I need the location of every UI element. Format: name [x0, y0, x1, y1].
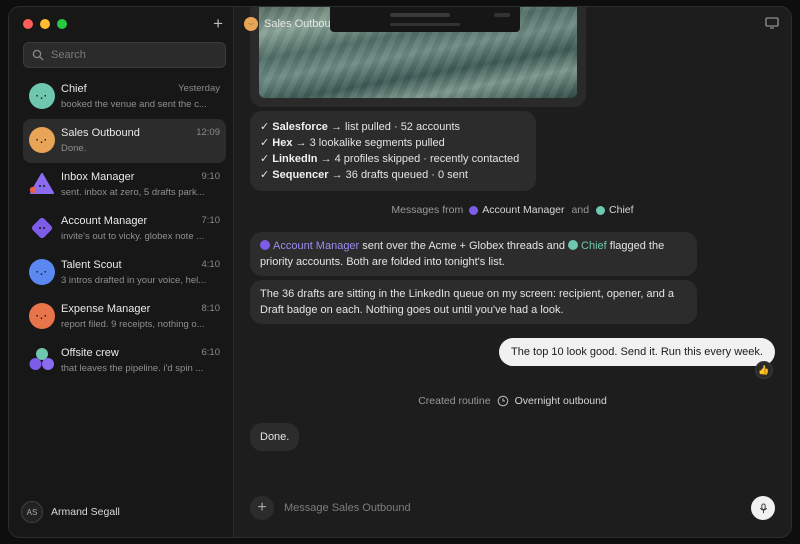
conversation-sales-outbound[interactable]: ·.· Sales Outbound 12:09 Done.	[23, 119, 226, 163]
talent-scout-avatar-icon: ·.·	[29, 259, 55, 285]
user-message: The top 10 look good. Send it. Run this …	[499, 338, 775, 366]
conversation-offsite-crew[interactable]: Offsite crew 6:10 that leaves the pipeli…	[23, 339, 226, 383]
conversation-time: 9:10	[201, 171, 221, 182]
conversation-talent-scout[interactable]: ·.· Talent Scout 4:10 3 intros drafted i…	[23, 251, 226, 295]
message-composer: +	[250, 493, 775, 523]
conversation-preview: that leaves the pipeline. i'd spin ...	[61, 363, 204, 374]
conversation-preview: sent. inbox at zero, 5 drafts park...	[61, 187, 205, 198]
chief-dot-icon	[568, 240, 579, 250]
conversation-name: Account Manager	[61, 215, 148, 227]
tool-results-bubble: ✓ Salesforce → list pulled · 52 accounts…	[250, 111, 536, 191]
close-window-button[interactable]	[23, 19, 33, 29]
new-conversation-button[interactable]: +	[213, 15, 223, 32]
assistant-message: Account Manager sent over the Acme + Glo…	[250, 232, 697, 276]
routine-created-divider: Created routine Overnight outbound	[418, 395, 607, 407]
search-icon	[32, 49, 44, 61]
conversation-preview: invite's out to vicky. globex note ...	[61, 231, 205, 242]
group-avatar-icon	[29, 347, 55, 373]
conversation-time: 7:10	[201, 215, 221, 226]
conversation-time: 4:10	[201, 259, 221, 270]
tool-result-row: ✓ Sequencer → 36 drafts queued · 0 sent	[260, 169, 468, 181]
conversation-inbox-manager[interactable]: Inbox Manager 9:10 sent. inbox at zero, …	[23, 163, 226, 207]
assistant-message: Done.	[250, 423, 300, 451]
account-manager-dot-icon	[260, 240, 270, 250]
monitor-icon[interactable]	[765, 17, 779, 29]
inbox-manager-avatar-icon	[29, 171, 55, 197]
user-avatar: AS	[21, 501, 43, 523]
messages-from-divider: Messages from Account Manager and Chief	[391, 204, 634, 216]
conversation-time: 6:10	[201, 347, 221, 358]
maximize-window-button[interactable]	[57, 19, 67, 29]
conversation-time: 12:09	[196, 127, 220, 138]
tool-result-row: ✓ Salesforce → list pulled · 52 accounts	[260, 121, 461, 133]
sales-outbound-avatar-icon: ·.·	[29, 127, 55, 153]
agent-mention[interactable]: Chief	[581, 240, 607, 252]
conversation-name: Talent Scout	[61, 259, 122, 271]
microphone-button[interactable]	[751, 496, 775, 520]
conversation-name: Offsite crew	[61, 347, 119, 359]
attachment-ui-overlay	[330, 7, 520, 32]
account-manager-avatar-icon	[29, 215, 55, 241]
account-manager-dot-icon	[469, 205, 479, 215]
tool-result-row: ✓ Hex → 3 lookalike segments pulled	[260, 137, 445, 149]
agent-mention[interactable]: Account Manager	[273, 240, 359, 252]
window-controls	[23, 19, 67, 29]
conversation-name: Chief	[61, 83, 87, 95]
thumbs-up-reaction-icon[interactable]: 👍	[755, 361, 773, 379]
conversation-preview: 3 intros drafted in your voice, hel...	[61, 275, 207, 286]
message-input[interactable]	[284, 502, 751, 514]
user-name: Armand Segall	[51, 506, 120, 518]
assistant-message: The 36 drafts are sitting in the LinkedI…	[250, 280, 697, 324]
conversation-account-manager[interactable]: Account Manager 7:10 invite's out to vic…	[23, 207, 226, 251]
conversation-name: Expense Manager	[61, 303, 151, 315]
sidebar: + ·.· Chief Yesterday booked the venue a…	[9, 7, 234, 537]
conversation-chief[interactable]: ·.· Chief Yesterday booked the venue and…	[23, 75, 226, 119]
conversation-preview: report filed. 9 receipts, nothing o...	[61, 319, 205, 330]
conversation-name: Inbox Manager	[61, 171, 135, 183]
chat-panel: ·.· Sales Outbound ✓ Salesforce → list p…	[234, 7, 791, 537]
chief-avatar-icon: ·.·	[29, 83, 55, 109]
conversation-preview: booked the venue and sent the c...	[61, 99, 207, 110]
routine-link[interactable]: Overnight outbound	[515, 395, 607, 407]
conversation-time: 8:10	[201, 303, 221, 314]
search-input[interactable]	[51, 49, 221, 61]
conversation-expense-manager[interactable]: ·.· Expense Manager 8:10 report filed. 9…	[23, 295, 226, 339]
app-window: + ·.· Chief Yesterday booked the venue a…	[8, 6, 792, 538]
clock-icon	[497, 395, 508, 407]
current-user[interactable]: AS Armand Segall	[21, 501, 120, 523]
tool-result-row: ✓ LinkedIn → 4 profiles skipped · recent…	[260, 153, 520, 165]
microphone-icon	[759, 502, 767, 513]
add-attachment-button[interactable]: +	[250, 496, 274, 520]
search-box	[23, 42, 226, 68]
sales-outbound-avatar-icon: ·.·	[244, 17, 258, 31]
conversation-list: ·.· Chief Yesterday booked the venue and…	[23, 75, 226, 383]
conversation-time: Yesterday	[178, 83, 220, 94]
conversation-name: Sales Outbound	[61, 127, 140, 139]
minimize-window-button[interactable]	[40, 19, 50, 29]
chief-dot-icon	[596, 205, 606, 215]
conversation-preview: Done.	[61, 143, 87, 154]
expense-manager-avatar-icon: ·.·	[29, 303, 55, 329]
